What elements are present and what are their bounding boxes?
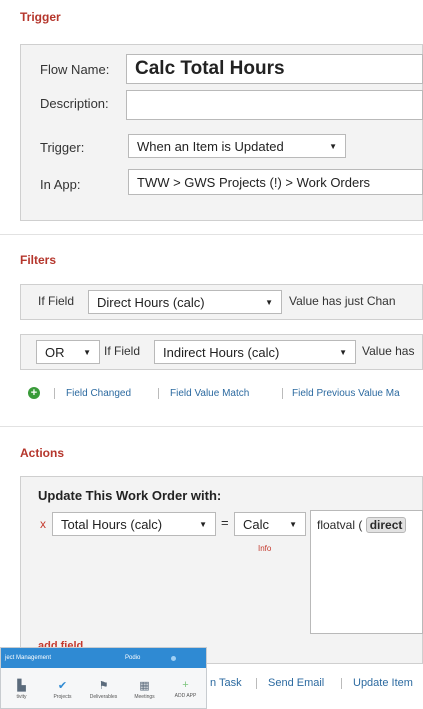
dropdown-arrow-icon: ▼ [83, 347, 91, 357]
send-email-link[interactable]: Send Email [268, 677, 324, 689]
nav-item-activity[interactable]: ▙ tivity [1, 668, 42, 708]
link-separator [341, 678, 342, 689]
filter-field-select[interactable]: Direct Hours (calc) ▼ [88, 290, 282, 314]
trigger-select[interactable]: When an Item is Updated ▼ [128, 134, 346, 158]
dropdown-arrow-icon: ▼ [339, 347, 347, 357]
action-mode-select[interactable]: Calc ▼ [234, 512, 306, 536]
in-app-field[interactable]: TWW > GWS Projects (!) > Work Orders [128, 169, 423, 195]
nav-item-label: Meetings [134, 693, 155, 700]
deliverables-icon: ⚑ [98, 679, 109, 692]
expression-editor[interactable]: floatval ( direct [310, 510, 423, 634]
info-link[interactable]: Info [258, 544, 271, 553]
nav-item-meetings[interactable]: ▦ Meetings [124, 668, 165, 708]
nav-item-label: Projects [53, 693, 72, 700]
app-preview-overlay: ject Management Podio ▙ tivity ✔ Project… [0, 647, 207, 709]
trigger-select-value: When an Item is Updated [137, 138, 284, 154]
filter-if-field-label: If Field [104, 344, 141, 358]
field-changed-link[interactable]: Field Changed [66, 388, 131, 399]
field-value-match-link[interactable]: Field Value Match [170, 388, 249, 399]
equals-sign: = [221, 515, 229, 530]
action-field-value: Total Hours (calc) [61, 516, 163, 532]
dropdown-arrow-icon: ▼ [265, 297, 273, 307]
action-field-select[interactable]: Total Hours (calc) ▼ [52, 512, 216, 536]
app-center-label: Podio [125, 655, 141, 661]
trigger-section-title: Trigger [20, 10, 61, 24]
meetings-icon: ▦ [139, 679, 150, 692]
field-previous-value-link[interactable]: Field Previous Value Ma [292, 388, 400, 399]
nav-item-label: tivity [16, 693, 27, 700]
nav-item-add-app[interactable]: + ADD APP [165, 668, 206, 708]
activity-icon: ▙ [17, 679, 26, 692]
in-app-label: In App: [40, 177, 81, 192]
link-separator [256, 678, 257, 689]
nav-item-deliverables[interactable]: ⚑ Deliverables [83, 668, 124, 708]
app-title: ject Management [5, 655, 52, 661]
flow-name-label: Flow Name: [40, 62, 110, 77]
add-app-icon: + [182, 679, 189, 691]
notification-icon[interactable] [171, 655, 176, 661]
filter-field-select-value: Indirect Hours (calc) [163, 344, 280, 360]
action-heading: Update This Work Order with: [38, 488, 222, 503]
section-divider [0, 426, 423, 427]
filters-section-title: Filters [20, 253, 57, 267]
app-top-bar: ject Management Podio [1, 648, 206, 668]
nav-item-label: Deliverables [89, 693, 118, 700]
actions-section-title: Actions [20, 446, 65, 460]
section-divider [0, 234, 423, 235]
filter-field-select-value: Direct Hours (calc) [97, 294, 205, 310]
filter-condition-text: Value has just Chan [289, 294, 396, 308]
projects-icon: ✔ [57, 679, 68, 692]
filter-field-select[interactable]: Indirect Hours (calc) ▼ [154, 340, 356, 364]
link-separator [282, 388, 283, 399]
filter-operator-value: OR [45, 344, 65, 360]
add-filter-icon[interactable]: + [28, 387, 40, 399]
link-separator [158, 388, 159, 399]
description-input[interactable] [126, 90, 423, 120]
link-separator [54, 388, 55, 399]
dropdown-arrow-icon: ▼ [329, 141, 337, 151]
expression-function: floatval ( [317, 518, 363, 532]
flow-name-input[interactable]: Calc Total Hours [126, 54, 423, 84]
nav-item-label: ADD APP [174, 693, 197, 699]
description-label: Description: [40, 96, 109, 111]
filter-condition-text: Value has [362, 344, 415, 358]
expression-token[interactable]: direct [365, 517, 407, 533]
dropdown-arrow-icon: ▼ [199, 519, 207, 529]
action-mode-value: Calc [243, 516, 270, 532]
nav-item-projects[interactable]: ✔ Projects [42, 668, 83, 708]
remove-action-icon[interactable]: x [40, 517, 46, 531]
update-item-link[interactable]: Update Item [353, 677, 413, 689]
app-nav: ▙ tivity ✔ Projects ⚑ Deliverables ▦ Mee… [1, 668, 206, 708]
dropdown-arrow-icon: ▼ [289, 519, 297, 529]
create-task-link[interactable]: n Task [210, 677, 242, 689]
trigger-label: Trigger: [40, 140, 85, 155]
filter-operator-select[interactable]: OR ▼ [36, 340, 100, 364]
filter-if-field-label: If Field [38, 294, 75, 308]
